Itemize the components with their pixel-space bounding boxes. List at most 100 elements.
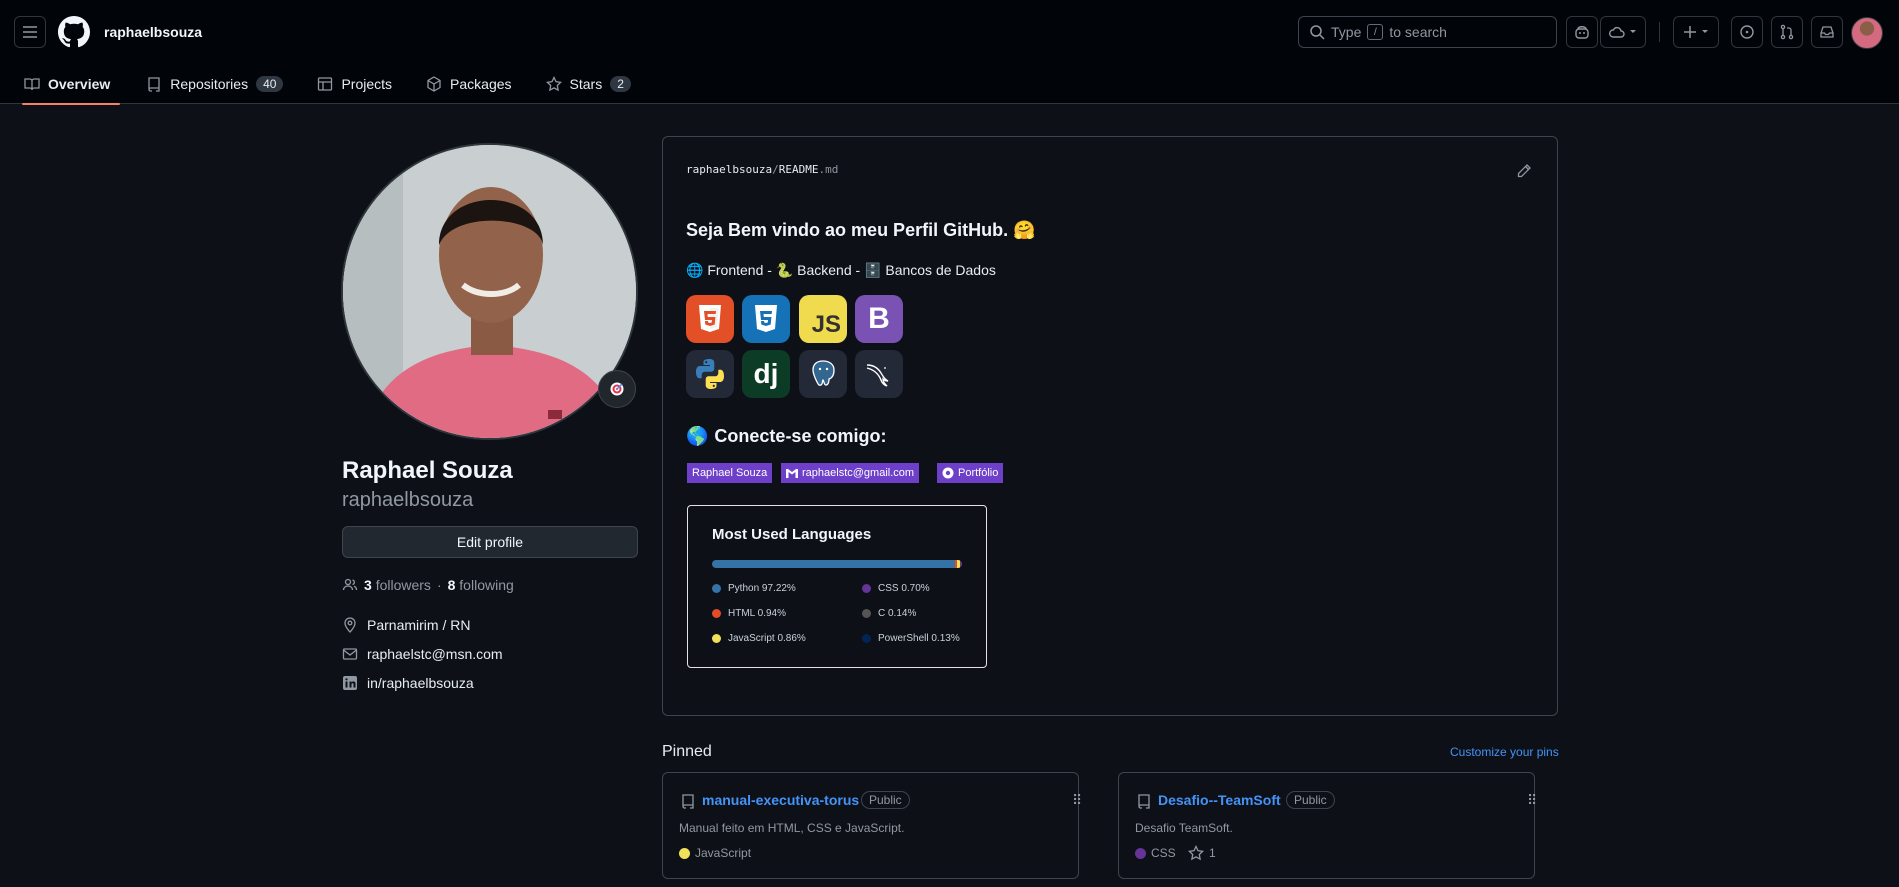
avatar-photo: [343, 145, 636, 438]
repo-icon: [682, 794, 694, 809]
connect-heading: 🌎 Conecte-se comigo:: [686, 426, 886, 447]
inbox-icon: [1820, 26, 1834, 38]
connect-heading-text: Conecte-se comigo:: [714, 426, 887, 446]
copilot-icon: [1575, 26, 1589, 39]
tab-overview[interactable]: Overview: [14, 64, 121, 105]
tab-projects[interactable]: Projects: [307, 64, 402, 104]
profile-login: raphaelbsouza: [342, 489, 474, 511]
language-color-dot: [862, 584, 871, 593]
email-text[interactable]: raphaelstc@msn.com: [367, 646, 503, 662]
pinned-repo-description: Desafio TeamSoft.: [1135, 821, 1233, 835]
language-legend-label: HTML 0.94%: [728, 608, 786, 619]
following-link[interactable]: 8 following: [448, 577, 514, 593]
tab-stars[interactable]: Stars 2: [536, 64, 641, 104]
pinned-repo-name[interactable]: Desafio--TeamSoft: [1158, 792, 1281, 808]
javascript-icon: JS: [799, 295, 847, 343]
language-color-dot: [712, 609, 721, 618]
language-legend-item: JavaScript 0.86%: [712, 633, 806, 644]
language-color-dot: [1135, 847, 1146, 859]
pinned-repo-description: Manual feito em HTML, CSS e JavaScript.: [679, 821, 905, 835]
visibility-badge: Public: [861, 791, 910, 809]
pinned-title: Pinned: [662, 743, 712, 760]
follow-separator: ·: [436, 577, 442, 593]
visibility-badge: Public: [1286, 791, 1335, 809]
codespaces-dropdown[interactable]: [1600, 16, 1646, 48]
readme-path-sep: /: [772, 163, 779, 176]
profile-linkedin[interactable]: in/raphaelbsouza: [342, 675, 474, 691]
tab-projects-label: Projects: [341, 76, 393, 92]
tab-repositories[interactable]: Repositories 40: [136, 64, 293, 104]
language-legend-item: C 0.14%: [862, 608, 916, 619]
language-name: JavaScript: [695, 846, 752, 860]
profile-location: Parnamirim / RN: [342, 617, 470, 633]
language-color-dot: [862, 634, 871, 643]
followers-link[interactable]: 3 followers: [364, 577, 431, 593]
search-icon: [1310, 25, 1325, 40]
header-divider: [1659, 22, 1660, 42]
pinned-repo-stars[interactable]: 1: [1188, 845, 1216, 861]
gmail-badge[interactable]: raphaelstc@gmail.com: [781, 463, 920, 483]
menu-button[interactable]: [14, 16, 46, 48]
linkedin-badge[interactable]: Raphael Souza: [687, 463, 773, 483]
profile-avatar[interactable]: [341, 143, 638, 440]
copilot-button[interactable]: [1566, 16, 1598, 48]
profile-email[interactable]: raphaelstc@msn.com: [342, 646, 503, 662]
edit-profile-button[interactable]: Edit profile: [342, 526, 638, 558]
followers-count: 3: [364, 577, 372, 593]
tab-packages-label: Packages: [450, 76, 512, 92]
profile-tabs: Overview Repositories 40 Projects Packag…: [0, 64, 641, 105]
languages-card-title: Most Used Languages: [712, 526, 872, 543]
globe-icon: 🌎: [686, 426, 709, 446]
linkedin-badge-label: Raphael Souza: [692, 467, 768, 479]
edit-pencil-icon[interactable]: [1516, 163, 1532, 179]
search-suffix: to search: [1389, 24, 1447, 40]
inbox-button[interactable]: [1811, 16, 1843, 48]
search-input[interactable]: Type / to search: [1298, 16, 1557, 48]
bootstrap-icon: B: [855, 295, 903, 343]
github-logo-icon[interactable]: [58, 16, 90, 48]
css3-icon: [742, 295, 790, 343]
follow-stats: 3 followers · 8 following: [342, 577, 514, 593]
people-icon: [342, 578, 358, 591]
pull-request-icon: [1780, 24, 1794, 40]
mail-icon: [342, 648, 358, 660]
customize-pins-link[interactable]: Customize your pins: [1450, 745, 1559, 759]
pinned-repo-language: CSS: [1135, 846, 1176, 860]
repositories-count: 40: [256, 76, 284, 92]
language-color-dot: [712, 634, 721, 643]
chevron-down-icon: [1630, 30, 1636, 33]
repo-icon: [148, 77, 160, 92]
language-legend-item: HTML 0.94%: [712, 608, 786, 619]
django-icon: dj: [742, 350, 790, 398]
readme-path-user[interactable]: raphaelbsouza: [686, 163, 772, 176]
hamburger-icon: [23, 26, 37, 38]
repo-icon: [1138, 794, 1150, 809]
tab-packages[interactable]: Packages: [416, 64, 521, 104]
readme-path-ext: .md: [818, 163, 839, 176]
tab-overview-label: Overview: [48, 76, 111, 92]
following-label: following: [459, 577, 514, 593]
pinned-repo-name[interactable]: manual-executiva-torus: [702, 792, 859, 808]
tab-stars-label: Stars: [569, 76, 603, 92]
drag-handle-icon[interactable]: ⠿: [1527, 792, 1537, 809]
issues-button[interactable]: [1731, 16, 1763, 48]
language-legend-label: CSS 0.70%: [878, 583, 930, 594]
readme-heading: Seja Bem vindo ao meu Perfil GitHub. 🤗: [686, 220, 1036, 240]
create-new-dropdown[interactable]: [1673, 16, 1719, 48]
stars-count: 1: [1209, 846, 1216, 860]
location-text: Parnamirim / RN: [367, 617, 471, 633]
set-status-button[interactable]: [598, 370, 636, 408]
language-legend-label: JavaScript 0.86%: [728, 633, 806, 644]
pull-requests-button[interactable]: [1771, 16, 1803, 48]
drag-handle-icon[interactable]: ⠿: [1072, 792, 1082, 809]
chevron-down-icon: [1702, 30, 1708, 33]
languages-progress-bar: [712, 560, 962, 568]
header-username[interactable]: raphaelbsouza: [104, 24, 202, 40]
plus-icon: [1684, 26, 1696, 38]
portfolio-badge[interactable]: Portfólio: [937, 463, 1004, 483]
stars-count: 2: [610, 76, 631, 92]
language-legend-label: PowerShell 0.13%: [878, 633, 960, 644]
language-legend-item: Python 97.22%: [712, 583, 796, 594]
user-avatar-menu[interactable]: [1851, 17, 1883, 49]
linkedin-text[interactable]: in/raphaelbsouza: [367, 675, 474, 691]
